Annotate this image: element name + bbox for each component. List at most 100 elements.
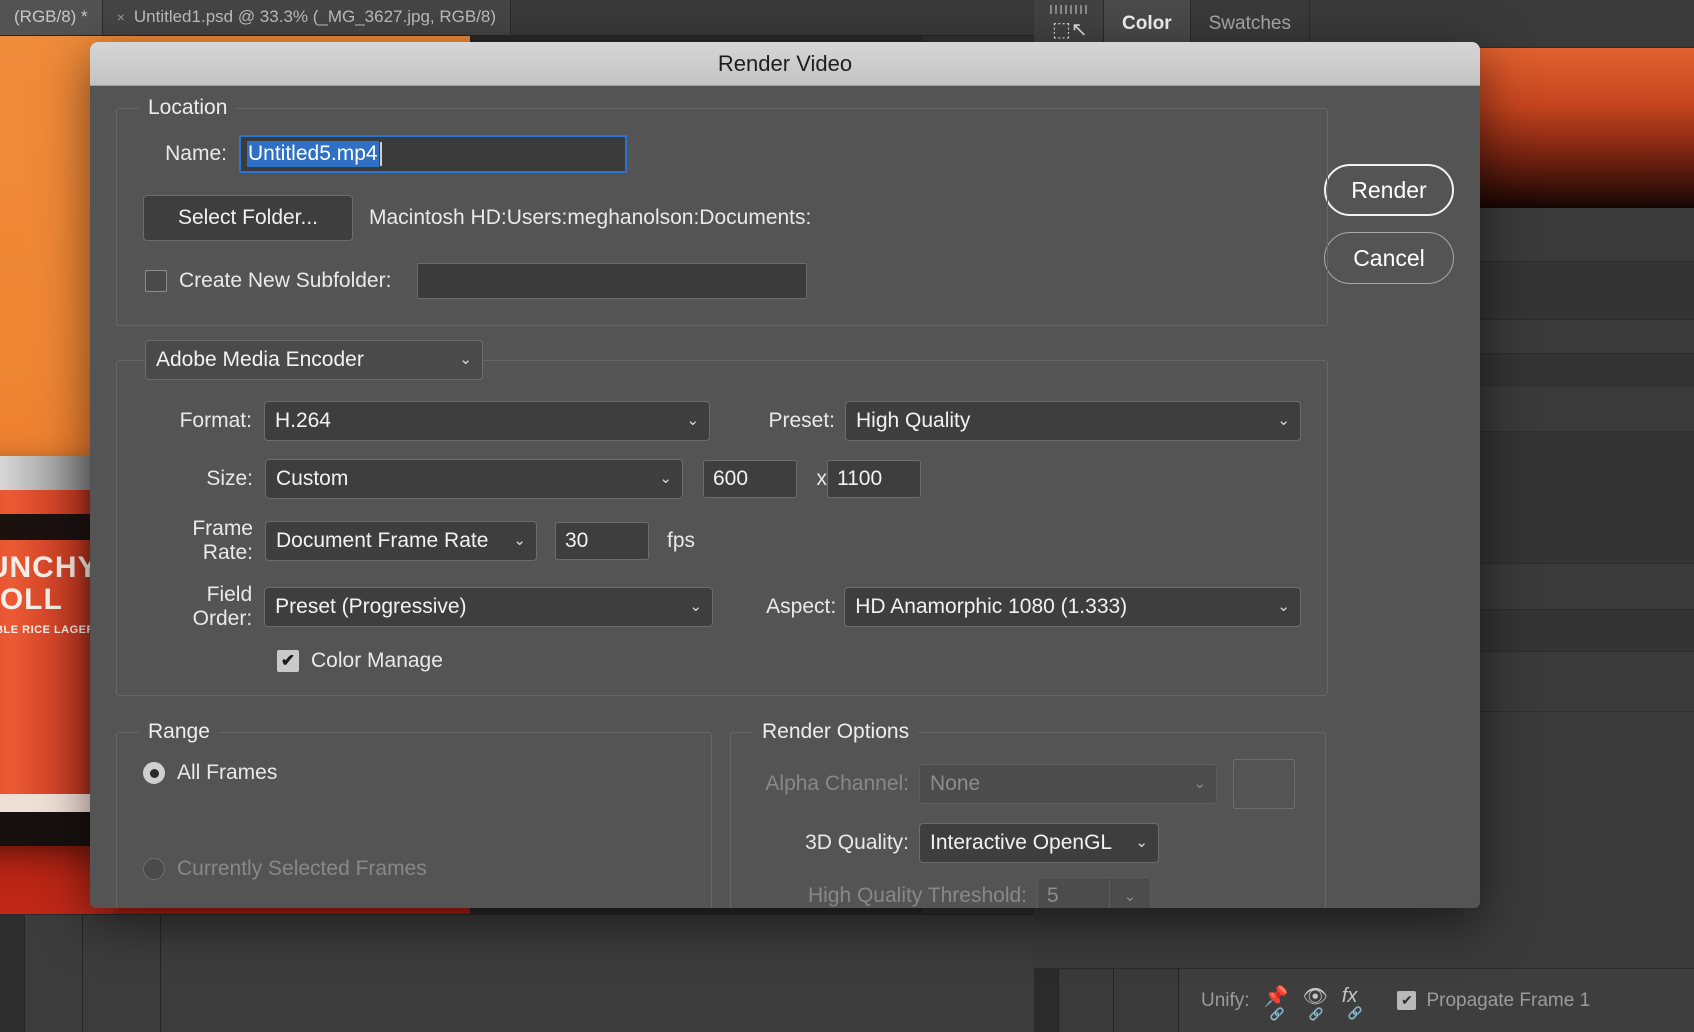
- 3d-quality-select[interactable]: Interactive OpenGL ⌄: [919, 823, 1159, 863]
- alpha-channel-label: Alpha Channel:: [765, 772, 909, 795]
- size-width-input[interactable]: 600: [703, 460, 797, 498]
- alpha-color-swatch[interactable]: [1233, 759, 1295, 809]
- pin-icon[interactable]: 📌 🔗: [1264, 984, 1289, 1021]
- all-frames-row[interactable]: All Frames: [143, 761, 685, 785]
- chevron-down-icon: ⌄: [689, 598, 703, 616]
- dialog-button-column: Render Cancel: [1324, 164, 1454, 300]
- timeline-panel[interactable]: [0, 914, 1034, 1032]
- list-item[interactable]: [1444, 262, 1694, 320]
- document-tab-label: (RGB/8) *: [14, 7, 88, 26]
- dialog-title: Render Video: [717, 50, 853, 76]
- field-order-select[interactable]: Preset (Progressive) ⌄: [264, 587, 714, 627]
- frame-rate-input[interactable]: 30: [555, 522, 649, 560]
- chevron-down-icon: ⌄: [513, 532, 526, 550]
- folder-path: Macintosh HD:Users:meghanolson:Documents…: [369, 206, 812, 229]
- cancel-button[interactable]: Cancel: [1324, 232, 1454, 284]
- propagate-label: Propagate Frame 1: [1426, 989, 1591, 1011]
- format-label: Format:: [179, 409, 252, 432]
- aspect-select[interactable]: HD Anamorphic 1080 (1.333) ⌄: [844, 587, 1301, 627]
- encoder-select[interactable]: Adobe Media Encoder ⌄: [145, 340, 483, 380]
- selected-frames-label: Currently Selected Frames: [177, 857, 427, 880]
- panel-grip[interactable]: ⬚↖: [1034, 0, 1104, 48]
- layers-list[interactable]: [1444, 208, 1694, 914]
- timeline-ctrl-a[interactable]: [1034, 969, 1059, 1032]
- hq-threshold-label: High Quality Threshold:: [807, 884, 1027, 907]
- list-item[interactable]: [1444, 432, 1694, 564]
- fx-icon[interactable]: fx 🔗: [1342, 985, 1363, 1020]
- 3d-quality-label: 3D Quality:: [805, 831, 909, 854]
- preset-label: Preset:: [768, 409, 835, 432]
- document-tab-inactive[interactable]: (RGB/8) *: [0, 0, 103, 35]
- document-tab-label: Untitled1.psd @ 33.3% (_MG_3627.jpg, RGB…: [133, 7, 497, 26]
- list-item[interactable]: [1444, 652, 1694, 712]
- render-button[interactable]: Render: [1324, 164, 1454, 216]
- field-order-row: Field Order: Preset (Progressive) ⌄ Aspe…: [143, 583, 1301, 631]
- size-height-input[interactable]: 1100: [827, 460, 921, 498]
- size-select[interactable]: Custom ⌄: [265, 459, 683, 499]
- text-caret: [379, 142, 382, 166]
- timeline-cell-b: [25, 915, 83, 1032]
- unify-status-bar: Unify: 📌 🔗 👁 🔗 fx 🔗 ✔ Propagate Frame 1: [1179, 968, 1694, 1032]
- list-item[interactable]: [1444, 564, 1694, 610]
- create-subfolder-checkbox[interactable]: [145, 270, 167, 292]
- hq-threshold-row: High Quality Threshold: 5 ⌄: [743, 877, 1307, 908]
- chevron-down-icon: ⌄: [1277, 412, 1290, 430]
- alpha-channel-row: Alpha Channel: None ⌄: [743, 759, 1307, 809]
- location-legend: Location: [139, 96, 237, 120]
- list-item[interactable]: [1444, 320, 1694, 354]
- name-input[interactable]: Untitled5.mp4: [239, 135, 627, 173]
- timeline-ctrl-b[interactable]: [1059, 969, 1114, 1032]
- encoder-group: Adobe Media Encoder ⌄ Format: H.264 ⌄ Pr…: [116, 340, 1328, 696]
- all-frames-radio[interactable]: [143, 762, 165, 784]
- timeline-ctrl-c[interactable]: [1114, 969, 1179, 1032]
- range-group-inner: All Frames Currently Selected Frames: [117, 733, 711, 903]
- tab-swatches[interactable]: Swatches: [1190, 0, 1310, 48]
- timeline-cell-c: [83, 915, 161, 1032]
- alpha-channel-value: None: [930, 772, 981, 795]
- timeline-cell-a: [0, 915, 25, 1032]
- subfolder-input[interactable]: [417, 263, 808, 299]
- aspect-label: Aspect:: [766, 595, 837, 618]
- list-item[interactable]: [1444, 386, 1694, 432]
- 3d-quality-row: 3D Quality: Interactive OpenGL ⌄: [743, 823, 1307, 863]
- color-manage-label: Color Manage: [311, 649, 443, 672]
- chevron-down-icon: ⌄: [659, 470, 672, 488]
- eye-icon[interactable]: 👁 🔗: [1302, 984, 1327, 1021]
- frame-rate-select[interactable]: Document Frame Rate ⌄: [265, 521, 537, 561]
- hq-threshold-input: 5: [1037, 877, 1109, 908]
- render-options-legend: Render Options: [753, 720, 919, 744]
- tab-swatches-label: Swatches: [1208, 12, 1291, 34]
- close-icon[interactable]: ×: [117, 9, 125, 25]
- propagate-checkbox[interactable]: ✔: [1397, 991, 1417, 1010]
- screen-root: (RGB/8) * × Untitled1.psd @ 33.3% (_MG_3…: [0, 0, 1694, 1032]
- size-label: Size:: [206, 467, 253, 490]
- propagate-frame-control[interactable]: ✔ Propagate Frame 1: [1397, 990, 1590, 1012]
- move-tool-icon[interactable]: ⬚↖: [1052, 20, 1088, 40]
- select-folder-button[interactable]: Select Folder...: [143, 195, 353, 241]
- tab-color-label: Color: [1122, 12, 1172, 34]
- select-folder-label: Select Folder...: [177, 206, 319, 229]
- range-group: Range All Frames Currently Selected Fram…: [116, 720, 712, 908]
- tab-color[interactable]: Color: [1104, 0, 1191, 48]
- format-select[interactable]: H.264 ⌄: [263, 401, 711, 441]
- grip-lines-icon: [1050, 4, 1088, 14]
- chevron-down-icon: ⌄: [1193, 775, 1206, 793]
- fps-label: fps: [667, 529, 696, 552]
- color-manage-checkbox[interactable]: ✔: [277, 650, 299, 672]
- list-item[interactable]: [1444, 610, 1694, 652]
- dialog-body: Render Cancel Location Name: Untitled5.m…: [90, 86, 1480, 908]
- size-row: Size: Custom ⌄ 600 x 1100: [143, 459, 1301, 499]
- document-tab-active[interactable]: × Untitled1.psd @ 33.3% (_MG_3627.jpg, R…: [102, 0, 512, 35]
- list-item[interactable]: [1444, 354, 1694, 386]
- hq-threshold-value: 5: [1047, 884, 1059, 907]
- preset-select[interactable]: High Quality ⌄: [845, 401, 1301, 441]
- create-subfolder-label: Create New Subfolder:: [179, 269, 392, 292]
- size-height-value: 1100: [837, 467, 883, 490]
- preset-value: High Quality: [856, 409, 971, 432]
- chevron-down-icon: ⌄: [1277, 598, 1290, 616]
- hq-threshold-stepper: ⌄: [1109, 877, 1151, 908]
- render-options-group: Render Options Alpha Channel: None ⌄ 3D …: [730, 720, 1326, 908]
- list-item[interactable]: [1444, 208, 1694, 262]
- selected-frames-radio: [143, 858, 165, 880]
- layer-thumbnail-preview: [1444, 48, 1694, 208]
